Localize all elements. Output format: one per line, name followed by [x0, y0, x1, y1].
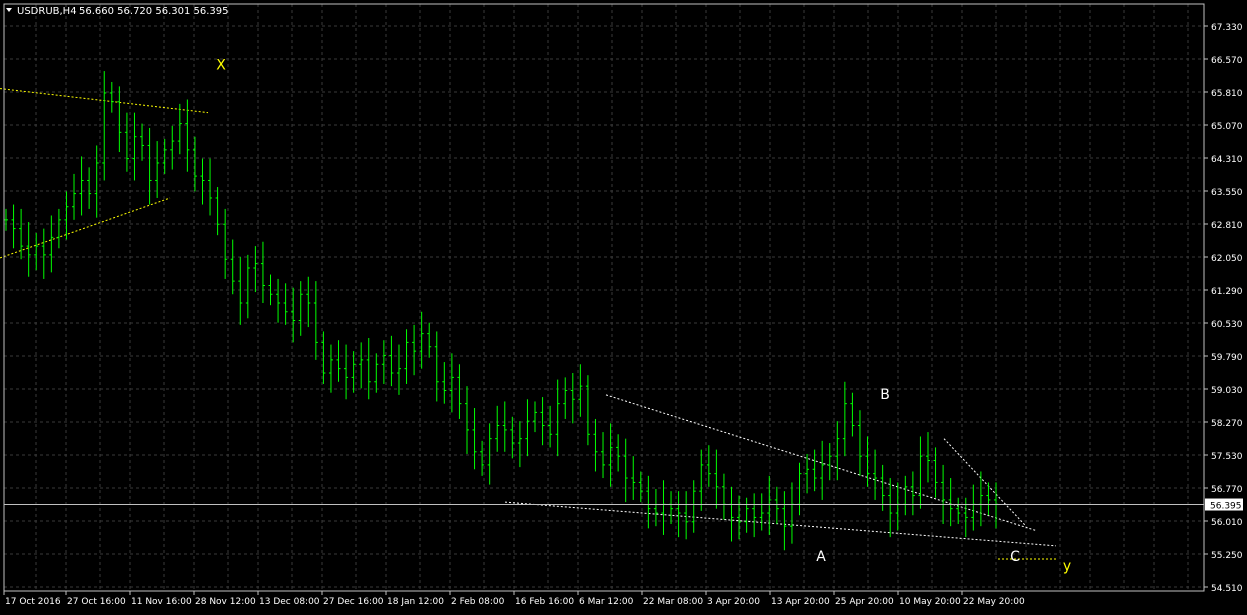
y-tick-label: 56.010 — [1211, 518, 1243, 528]
y-tick-label: 57.530 — [1211, 452, 1243, 462]
y-tick-label: 64.310 — [1211, 155, 1243, 165]
x-tick-label: 13 Apr 20:00 — [771, 597, 830, 607]
y-tick-label: 62.810 — [1211, 221, 1243, 231]
y-tick-label: 55.250 — [1211, 551, 1243, 561]
chart-area[interactable]: X A B Cy 67.330 66.570 65.810 65.070 64.310 63.5… — [0, 0, 1247, 611]
x-tick-label: 17 Oct 2016 — [5, 597, 61, 607]
y-tick-label: 62.050 — [1211, 254, 1243, 264]
x-tick-label: 11 Nov 16:00 — [131, 597, 192, 607]
y-tick-label: 66.570 — [1211, 56, 1243, 66]
x-tick-label: 10 May 20:00 — [899, 597, 961, 607]
y-tick-label: 56.770 — [1211, 485, 1243, 495]
x-tick-label: 28 Nov 12:00 — [195, 597, 256, 607]
y-tick-label: 65.810 — [1211, 89, 1243, 99]
x-tick-label: 27 Dec 16:00 — [323, 597, 384, 607]
y-tick-label: 60.530 — [1211, 320, 1243, 330]
x-tick-label: 2 Feb 08:00 — [451, 597, 505, 607]
wave-label-b: B — [880, 387, 890, 403]
wave-label-x: X — [216, 58, 226, 74]
y-tick-label: 61.290 — [1211, 287, 1243, 297]
price-chart[interactable]: X A B Cy 67.330 66.570 65.810 65.070 64.310 63.5… — [0, 0, 1247, 611]
x-tick-label: 13 Dec 08:00 — [259, 597, 320, 607]
x-tick-label: 25 Apr 20:00 — [835, 597, 894, 607]
x-tick-label: 22 May 20:00 — [963, 597, 1025, 607]
y-tick-label: 59.790 — [1211, 353, 1243, 363]
x-tick-label: 22 Mar 08:00 — [643, 597, 703, 607]
y-tick-label: 54.510 — [1211, 584, 1243, 594]
wave-label-y: y — [1063, 559, 1071, 575]
y-tick-label: 58.270 — [1211, 419, 1243, 429]
ohlc-readout: 56.660 56.720 56.301 56.395 — [79, 6, 229, 17]
x-tick-label: 18 Jan 12:00 — [387, 597, 444, 607]
x-tick-label: 6 Mar 12:00 — [579, 597, 634, 607]
wave-label-a: A — [816, 549, 826, 565]
y-tick-label: 63.550 — [1211, 188, 1243, 198]
wave-label-c: C — [1010, 549, 1020, 565]
x-tick-label: 3 Apr 20:00 — [707, 597, 760, 607]
x-tick-label: 16 Feb 16:00 — [515, 597, 574, 607]
current-price-label: 56.395 — [1210, 502, 1242, 512]
x-tick-label: 27 Oct 16:00 — [67, 597, 126, 607]
y-tick-label: 59.030 — [1211, 386, 1243, 396]
y-tick-label: 65.070 — [1211, 122, 1243, 132]
symbol-label: USDRUB,H4 — [17, 6, 77, 17]
y-tick-label: 67.330 — [1211, 23, 1243, 33]
